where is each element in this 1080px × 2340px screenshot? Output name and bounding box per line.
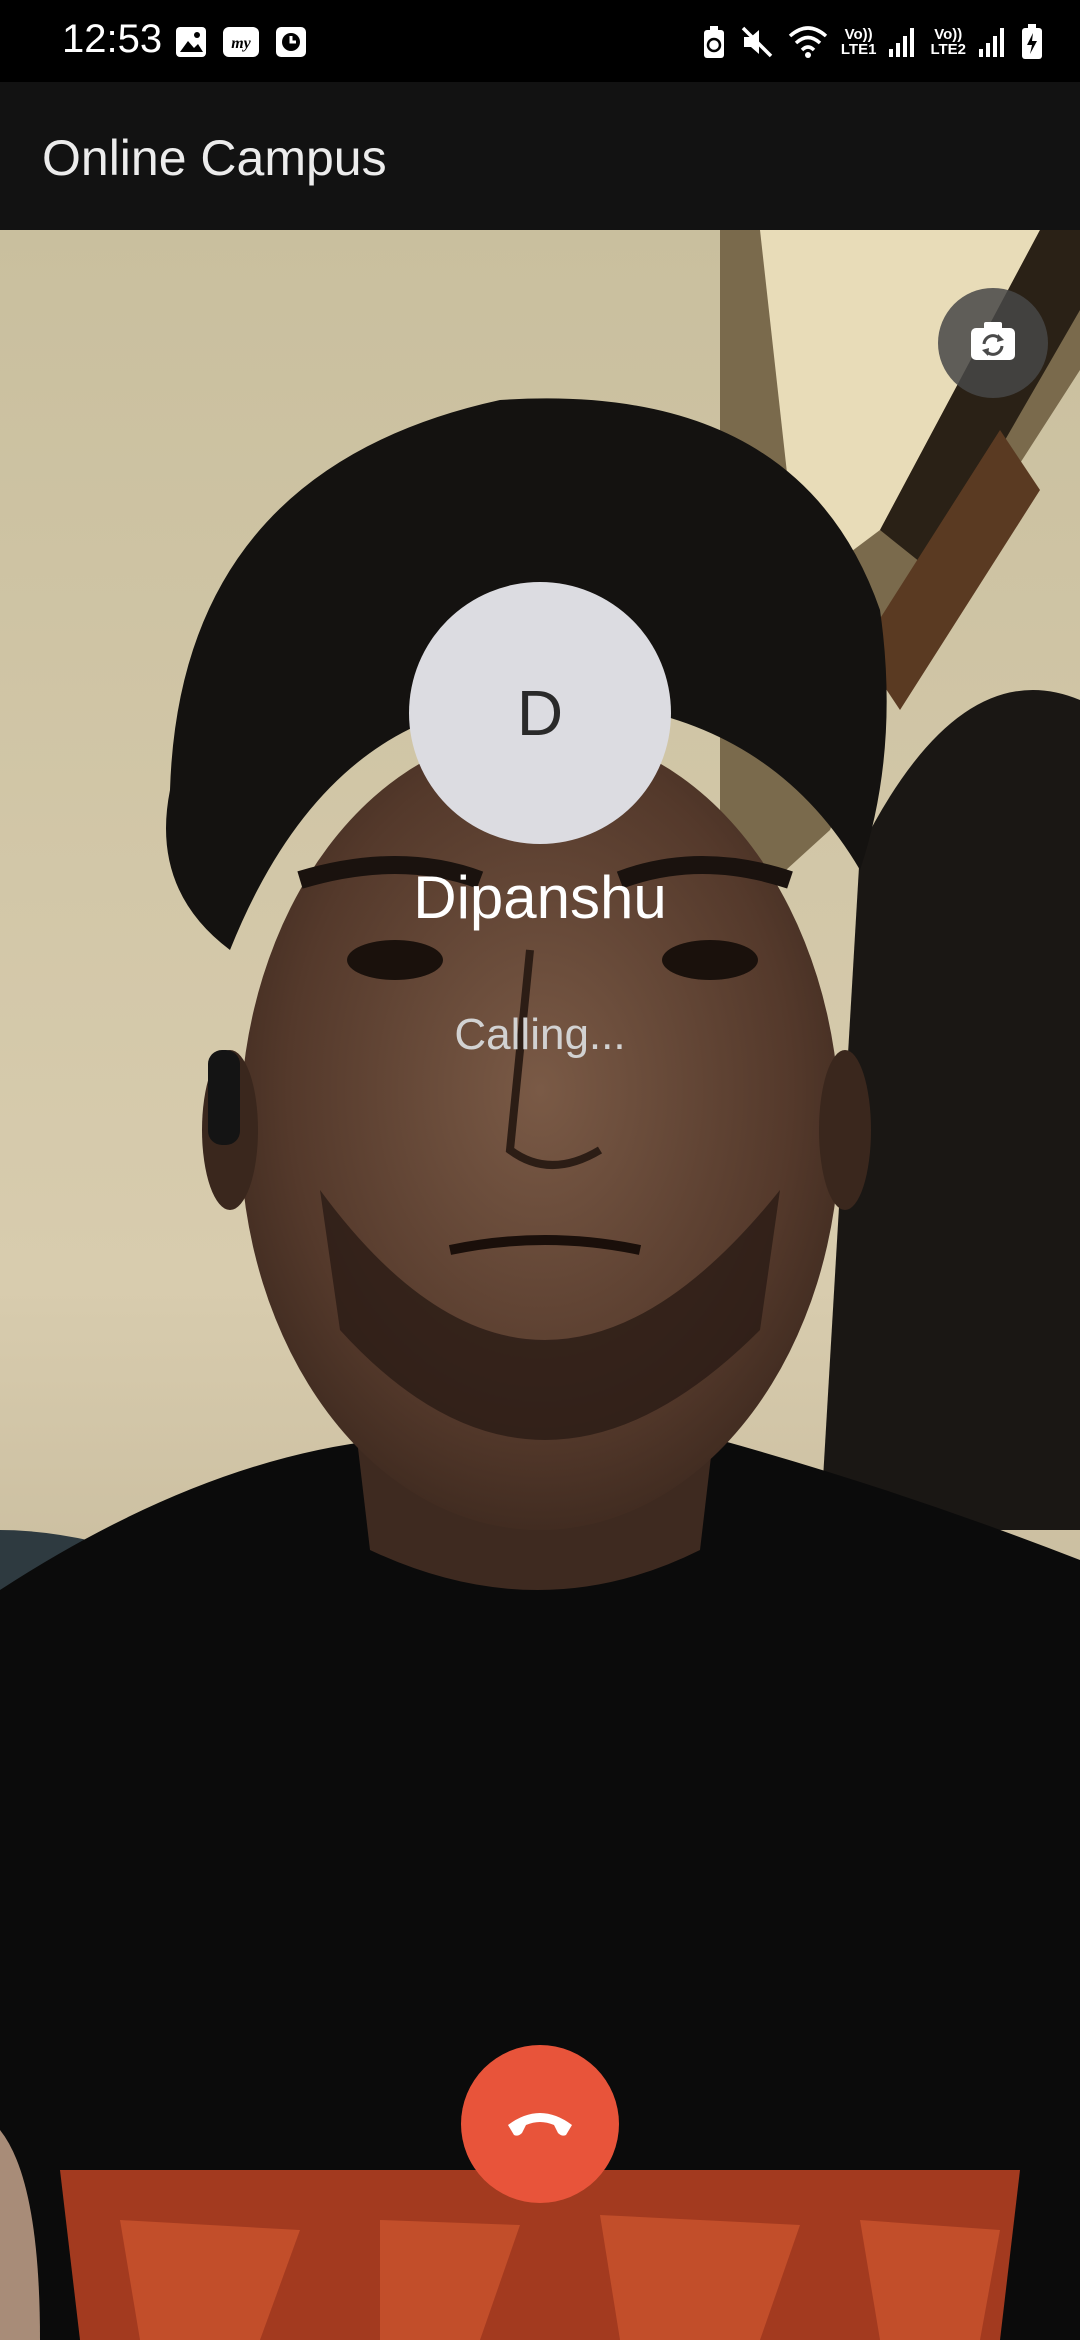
status-bar: 12:53 my Vo)) LTE1 Vo)) LTE2 — [0, 0, 1080, 82]
camera-feed-image — [0, 230, 1080, 2340]
sim1-lte-label: LTE1 — [840, 41, 877, 58]
mute-icon — [739, 24, 775, 60]
signal-sim2-icon — [978, 25, 1008, 59]
battery-charging-icon — [1020, 23, 1044, 61]
status-right-icons: Vo)) LTE1 Vo)) LTE2 — [701, 20, 1044, 64]
wifi-icon — [787, 24, 829, 60]
app-bar: Online Campus — [0, 82, 1080, 230]
sim1-network-label: Vo)) LTE1 — [841, 27, 877, 57]
switch-camera-button[interactable] — [938, 288, 1048, 398]
status-time: 12:53 — [62, 17, 163, 61]
sim2-volte-label: Vo)) — [934, 26, 963, 43]
svg-text:my: my — [231, 35, 251, 52]
end-call-button[interactable] — [461, 2045, 619, 2203]
switch-camera-icon — [968, 319, 1018, 368]
avatar-initial: D — [516, 677, 564, 749]
signal-sim1-icon — [888, 25, 918, 59]
call-status: Calling... — [454, 1010, 626, 1059]
battery-saver-icon — [701, 24, 727, 60]
sim2-lte-label: LTE2 — [930, 41, 966, 58]
end-call-icon — [504, 2105, 576, 2144]
sim1-volte-label: Vo)) — [844, 26, 873, 43]
status-left-icons: my — [174, 22, 308, 62]
caller-avatar: D — [409, 582, 671, 844]
caller-name: Dipanshu — [413, 864, 667, 931]
video-preview: D Dipanshu Calling... — [0, 230, 1080, 2340]
mytoll-app-icon: my — [222, 25, 260, 59]
sim2-network-label: Vo)) LTE2 — [930, 27, 966, 57]
clock-app-icon — [274, 25, 308, 59]
app-title: Online Campus — [42, 130, 387, 186]
gallery-icon — [174, 25, 208, 59]
